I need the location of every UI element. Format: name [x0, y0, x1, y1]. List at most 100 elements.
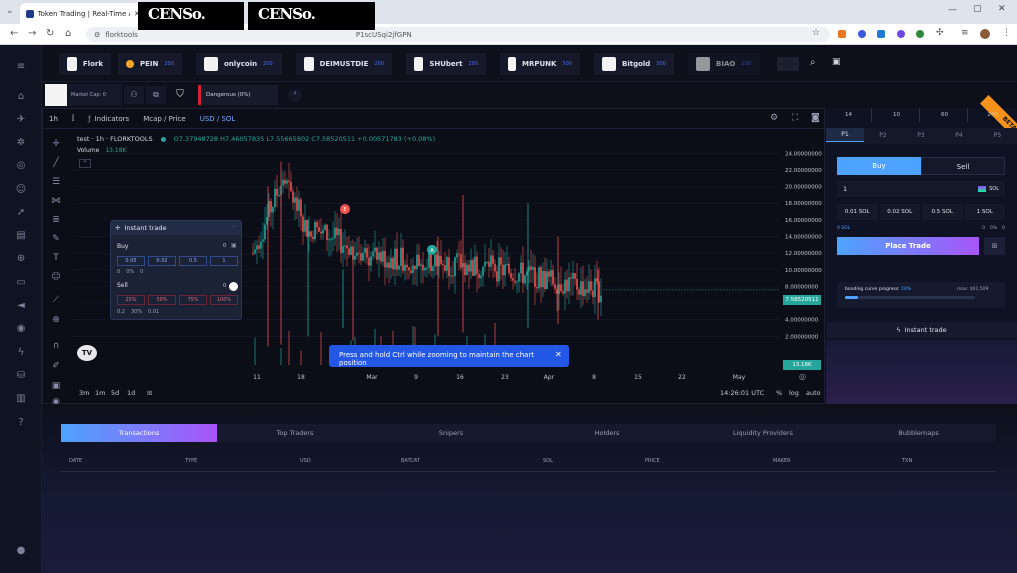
tab-bubblemaps[interactable]: Bubblemaps: [841, 424, 996, 442]
percent-toggle[interactable]: %: [776, 389, 782, 397]
help-icon[interactable]: ?: [12, 417, 30, 429]
database-icon[interactable]: ⛁: [12, 370, 30, 382]
timeframe-slot[interactable]: 10: [874, 108, 920, 122]
shield-icon[interactable]: ⛉: [170, 86, 190, 104]
widget-header[interactable]: ✛ Instant trade ·: [111, 221, 241, 235]
ticker-item[interactable]: BIAO 200: [688, 53, 760, 75]
quick-amount-button[interactable]: 0.5 SOL: [922, 204, 963, 220]
instant-trade-button[interactable]: ϟ Instant trade: [826, 322, 1017, 338]
tab-list-icon[interactable]: ⌄: [6, 6, 14, 16]
auto-toggle[interactable]: auto: [806, 389, 821, 397]
network-icon[interactable]: ✲: [12, 137, 30, 149]
extension-icon-3[interactable]: [877, 30, 885, 38]
ticker-item[interactable]: SHUbert 200: [406, 53, 486, 75]
tab-transactions[interactable]: Transactions: [61, 424, 217, 442]
buy-amount-button[interactable]: 0.02: [148, 256, 176, 266]
smile-icon[interactable]: ☺: [12, 184, 30, 196]
sell-amount-button[interactable]: 50%: [148, 295, 176, 305]
preset-tab-p2[interactable]: P2: [864, 128, 902, 142]
sell-amount-button[interactable]: 25%: [117, 295, 145, 305]
collapse-icon[interactable]: ‹: [288, 89, 302, 102]
badge-icon[interactable]: ◉: [12, 323, 30, 335]
ticker-item[interactable]: MRPUNK 500: [500, 53, 580, 75]
ticker-item[interactable]: Flork: [59, 53, 111, 75]
quick-amount-button[interactable]: 0.02 SOL: [879, 204, 920, 220]
sell-amount-button[interactable]: 100%: [210, 295, 238, 305]
maximize-icon[interactable]: ▢: [973, 4, 982, 14]
ticker-item[interactable]: PEIN 200: [118, 53, 182, 75]
extension-icon-4[interactable]: [897, 30, 905, 38]
minimize-icon[interactable]: —: [948, 5, 957, 15]
buy-amount-button[interactable]: 0.5: [179, 256, 207, 266]
drag-handle-icon[interactable]: ✛: [115, 224, 120, 232]
search-icon[interactable]: ⌕: [810, 57, 816, 68]
clock-time[interactable]: 14:26:01 UTC: [720, 389, 764, 397]
extension-icon-1[interactable]: [838, 30, 846, 38]
preset-tab-p1[interactable]: P1: [826, 128, 864, 142]
tab-top-traders[interactable]: Top Traders: [217, 424, 373, 442]
timeframe-slot[interactable]: 14: [826, 108, 872, 122]
user-icon[interactable]: ●: [12, 545, 30, 557]
buy-amount-button[interactable]: 0.05: [117, 256, 145, 266]
ticker-item[interactable]: DEIMUSTDIE 200: [296, 53, 392, 75]
buy-edit-icon[interactable]: ▣: [231, 242, 237, 249]
quick-amount-button[interactable]: 1 SOL: [964, 204, 1005, 220]
reload-icon[interactable]: ↻: [46, 28, 54, 39]
bolt-icon[interactable]: ϟ: [12, 347, 30, 359]
tab-snipers[interactable]: Snipers: [373, 424, 529, 442]
document-icon[interactable]: ▤: [12, 230, 30, 242]
globe-icon[interactable]: ⊕: [12, 253, 30, 265]
book-icon[interactable]: ▥: [12, 393, 30, 405]
browser-tab[interactable]: Token Trading | Real-Time Anal ✕: [20, 3, 146, 24]
widget-close-icon[interactable]: ·: [233, 223, 235, 231]
target-icon[interactable]: ◎: [12, 160, 30, 172]
extensions-puzzle-icon[interactable]: ✣: [936, 28, 944, 38]
instant-trade-widget[interactable]: ✛ Instant trade · Buy 0 ▣ 0.05 0.02 0.5 …: [110, 220, 242, 320]
range-1d[interactable]: 1d: [127, 389, 135, 397]
site-info-icon[interactable]: ⚙: [94, 31, 100, 39]
preset-tab-p5[interactable]: P5: [978, 128, 1017, 142]
tab-holders[interactable]: Holders: [529, 424, 685, 442]
range-3m[interactable]: 3m: [79, 389, 89, 397]
place-trade-button[interactable]: Place Trade: [837, 237, 979, 255]
sell-toggle[interactable]: [229, 282, 238, 291]
buy-tab[interactable]: Buy: [837, 157, 921, 175]
date-range-icon[interactable]: ⊞: [147, 389, 152, 397]
calendar-icon[interactable]: ▣: [832, 57, 841, 67]
forward-icon[interactable]: →: [28, 28, 36, 39]
home-icon[interactable]: ⌂: [12, 91, 30, 103]
megaphone-icon[interactable]: ◄: [12, 300, 30, 312]
range-1m[interactable]: 1m: [95, 389, 105, 397]
preset-tab-p4[interactable]: P4: [940, 128, 978, 142]
sell-amount-button[interactable]: 75%: [179, 295, 207, 305]
launch-icon[interactable]: ➚: [12, 207, 30, 219]
tab-liquidity-providers[interactable]: Liquidity Providers: [685, 424, 841, 442]
ticker-item[interactable]: Bitgold 500: [594, 53, 674, 75]
preset-tab-p3[interactable]: P3: [902, 128, 940, 142]
bookmark-icon[interactable]: ☆: [812, 28, 820, 38]
time-settings-icon[interactable]: ◎: [799, 372, 806, 381]
trade-options-icon[interactable]: ⊞: [984, 237, 1005, 255]
timeframe-slot[interactable]: 24H: [970, 108, 1016, 122]
close-window-icon[interactable]: ✕: [998, 4, 1006, 14]
buy-amount-button[interactable]: 1: [210, 256, 238, 266]
copy-icon[interactable]: ⧉: [146, 86, 166, 104]
quick-amount-button[interactable]: 0.01 SOL: [837, 204, 878, 220]
people-icon[interactable]: ⚇: [124, 86, 144, 104]
browser-menu-icon[interactable]: ⋮: [1002, 28, 1011, 38]
media-icon[interactable]: ≡: [961, 28, 969, 38]
extension-icon-5[interactable]: [916, 30, 924, 38]
menu-icon[interactable]: ≡: [12, 61, 30, 73]
ticker-item[interactable]: onlycoin 200: [196, 53, 282, 75]
timeframe-slot[interactable]: 60: [922, 108, 968, 122]
toast-close-icon[interactable]: ✕: [555, 350, 562, 359]
extension-icon-2[interactable]: [858, 30, 866, 38]
sell-tab[interactable]: Sell: [921, 157, 1005, 175]
home-icon[interactable]: ⌂: [65, 28, 71, 39]
amount-input[interactable]: 1 SOL: [837, 181, 1005, 197]
back-icon[interactable]: ←: [10, 28, 18, 39]
card-icon[interactable]: ▭: [12, 277, 30, 289]
rocket-icon[interactable]: ✈: [12, 114, 30, 126]
profile-avatar[interactable]: [980, 29, 990, 39]
log-toggle[interactable]: log: [789, 389, 799, 397]
